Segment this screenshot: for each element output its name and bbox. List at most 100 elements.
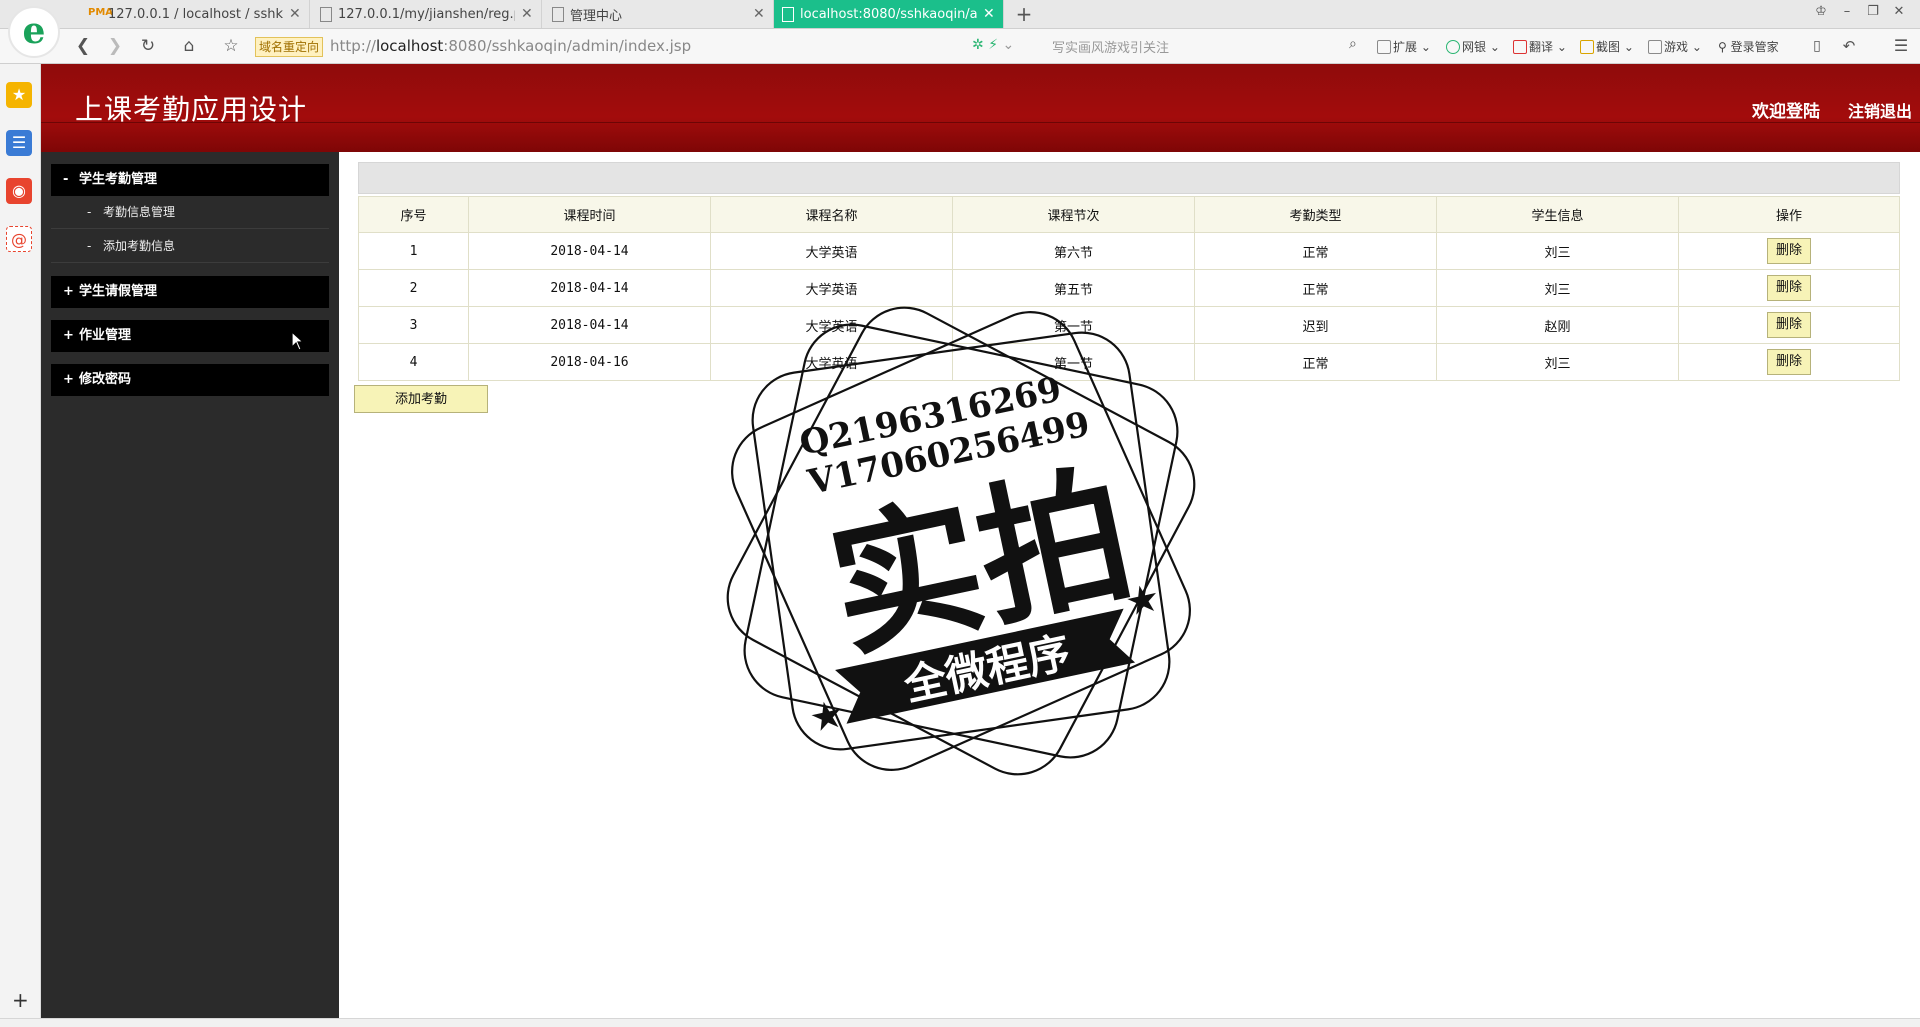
- close-icon[interactable]: ✕: [753, 6, 765, 22]
- browser-tab-active[interactable]: localhost:8080/sshkaoqin/adm ✕: [774, 0, 1004, 28]
- search-icon[interactable]: ⌕: [1349, 36, 1357, 52]
- delete-button[interactable]: 删除: [1767, 275, 1811, 301]
- forward-button[interactable]: ❯: [104, 35, 126, 57]
- cell-date: 2018-04-16: [468, 343, 711, 381]
- menu-leave[interactable]: + 学生请假管理: [51, 276, 329, 308]
- skin-icon[interactable]: ♔: [1810, 4, 1832, 19]
- add-sidebar-icon[interactable]: +: [12, 988, 29, 1012]
- restore-button[interactable]: ❐: [1862, 4, 1884, 19]
- close-icon[interactable]: ✕: [983, 6, 995, 22]
- cell-course: 大学英语: [710, 232, 953, 270]
- menu-item-label: 添加考勤信息: [103, 239, 176, 253]
- browser-tab-bar: PMA 127.0.0.1 / localhost / sshkao ✕ 127…: [0, 0, 1920, 29]
- menu-change-password[interactable]: + 修改密码: [51, 364, 329, 396]
- cell-date: 2018-04-14: [468, 306, 711, 344]
- games-label: 游戏: [1664, 40, 1689, 54]
- chevron-down-icon[interactable]: ⌄: [1002, 37, 1014, 53]
- tab-title: 127.0.0.1 / localhost / sshkao: [108, 6, 283, 22]
- cell-type: 正常: [1194, 269, 1437, 307]
- app-title: 上课考勤应用设计: [75, 93, 308, 126]
- url-rest: :8080/sshkaoqin/admin/index.jsp: [443, 37, 692, 55]
- netbank-button[interactable]: 网银 ⌄: [1446, 38, 1500, 55]
- cell-student: 刘三: [1436, 269, 1679, 307]
- translate-button[interactable]: 翻译 ⌄: [1513, 38, 1567, 55]
- back-button[interactable]: ❮: [72, 35, 94, 57]
- logout-link[interactable]: 注销退出: [1848, 98, 1912, 122]
- cell-index: 1: [358, 232, 469, 270]
- browser-logo[interactable]: e: [8, 6, 60, 58]
- home-button[interactable]: ⌂: [178, 35, 200, 57]
- col-header: 课程名称: [710, 196, 953, 233]
- cell-date: 2018-04-14: [468, 232, 711, 270]
- cell-action: 删除: [1678, 343, 1900, 381]
- col-header: 操作: [1678, 196, 1900, 233]
- cell-type: 正常: [1194, 343, 1437, 381]
- new-tab-button[interactable]: +: [1012, 2, 1036, 26]
- search-input[interactable]: 写实画风游戏引关注: [1052, 37, 1169, 56]
- expand-sign: +: [63, 284, 74, 299]
- col-header: 课程时间: [468, 196, 711, 233]
- menu-label: 修改密码: [79, 372, 132, 387]
- app-sidebar: - 学生考勤管理 - 考勤信息管理 - 添加考勤信息 + 学生请假管理 + 作业管理 + 修…: [41, 152, 339, 1020]
- welcome-text: 欢迎登陆: [1752, 102, 1820, 122]
- games-button[interactable]: 游戏 ⌄: [1648, 38, 1702, 55]
- app-header: 上课考勤应用设计 欢迎登陆 注销退出: [41, 64, 1920, 152]
- delete-button[interactable]: 删除: [1767, 349, 1811, 375]
- table-header-row: 序号 课程时间 课程名称 课程节次 考勤类型 学生信息 操作: [358, 196, 1900, 233]
- item-dash: -: [87, 205, 92, 219]
- netbank-label: 网银: [1462, 40, 1487, 54]
- cell-index: 3: [358, 306, 469, 344]
- reload-button[interactable]: ↻: [137, 35, 159, 57]
- expand-sign: +: [63, 372, 74, 387]
- extensions-button[interactable]: 扩展 ⌄: [1377, 38, 1431, 55]
- browser-tab-phpmyadmin[interactable]: PMA 127.0.0.1 / localhost / sshkao ✕: [80, 0, 310, 28]
- login-manager-button[interactable]: ⚲ 登录管家: [1718, 38, 1779, 55]
- add-attendance-button[interactable]: 添加考勤: [354, 385, 488, 413]
- screenshot-button[interactable]: 截图 ⌄: [1580, 38, 1634, 55]
- delete-button[interactable]: 删除: [1767, 312, 1811, 338]
- mouse-cursor-icon: [291, 331, 305, 351]
- cell-type: 正常: [1194, 232, 1437, 270]
- page-icon: [782, 6, 794, 22]
- menu-icon[interactable]: ☰: [1890, 35, 1912, 57]
- speed-mode-icon[interactable]: ⚡: [988, 37, 998, 53]
- news-icon[interactable]: ☰: [6, 130, 32, 156]
- expand-sign: +: [63, 328, 74, 343]
- screenshot-label: 截图: [1596, 40, 1621, 54]
- weibo-icon[interactable]: ◉: [6, 178, 32, 204]
- extensions-label: 扩展: [1393, 40, 1418, 54]
- redirect-badge[interactable]: 域名重定向: [255, 37, 324, 57]
- menu-item-label: 考勤信息管理: [103, 205, 176, 219]
- cell-action: 删除: [1678, 306, 1900, 344]
- menu-item-attendance-add[interactable]: - 添加考勤信息: [51, 230, 329, 263]
- url-prefix: http://: [330, 37, 376, 55]
- menu-label: 学生考勤管理: [79, 172, 158, 187]
- delete-button[interactable]: 删除: [1767, 238, 1811, 264]
- close-window-button[interactable]: ✕: [1888, 4, 1910, 19]
- key-icon: ⚲: [1718, 40, 1727, 54]
- translate-label: 翻译: [1529, 40, 1554, 54]
- menu-attendance[interactable]: - 学生考勤管理: [51, 164, 329, 196]
- security-icon[interactable]: ✲: [972, 37, 984, 53]
- star-icon[interactable]: ★: [6, 82, 32, 108]
- menu-homework[interactable]: + 作业管理: [51, 320, 329, 352]
- browser-tab-reg[interactable]: 127.0.0.1/my/jianshen/reg.php ✕: [312, 0, 542, 28]
- menu-item-attendance-manage[interactable]: - 考勤信息管理: [51, 196, 329, 229]
- bookmark-star-button[interactable]: ☆: [220, 35, 242, 57]
- collapse-sign: -: [63, 172, 69, 187]
- close-icon[interactable]: ✕: [521, 6, 533, 22]
- close-icon[interactable]: ✕: [289, 6, 301, 22]
- mail-icon[interactable]: @: [6, 226, 32, 252]
- menu-label: 作业管理: [79, 328, 132, 343]
- minimize-button[interactable]: –: [1836, 4, 1858, 19]
- col-header: 序号: [358, 196, 469, 233]
- undo-icon[interactable]: ↶: [1838, 35, 1860, 57]
- item-dash: -: [87, 239, 92, 253]
- cell-period: 第六节: [952, 232, 1195, 270]
- table-caption-bar: [358, 162, 1900, 194]
- url-field[interactable]: http://localhost:8080/sshkaoqin/admin/in…: [330, 37, 691, 55]
- bookmark-panel-icon[interactable]: ▯: [1806, 35, 1828, 57]
- url-host: localhost: [375, 37, 444, 55]
- cell-action: 删除: [1678, 269, 1900, 307]
- browser-tab-admin-center[interactable]: 管理中心 ✕: [544, 0, 774, 28]
